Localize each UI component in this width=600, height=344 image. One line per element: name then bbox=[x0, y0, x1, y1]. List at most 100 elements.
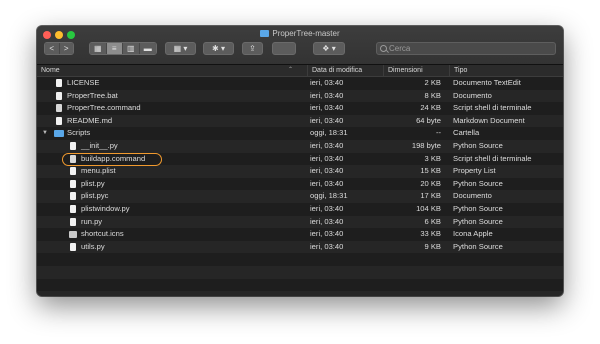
file-date: ieri, 03:40 bbox=[310, 90, 344, 100]
script-icon bbox=[56, 104, 62, 113]
file-type: Documento bbox=[453, 191, 492, 201]
file-size: 6 KB bbox=[424, 216, 441, 226]
file-size: 64 byte bbox=[416, 115, 441, 125]
file-size: 20 KB bbox=[420, 178, 441, 188]
column-header-type[interactable]: Tipo bbox=[449, 65, 563, 76]
document-icon bbox=[70, 179, 76, 188]
group-icon: ▦ bbox=[173, 44, 182, 53]
file-date: oggi, 18:31 bbox=[310, 191, 348, 201]
file-name: ProperTree.bat bbox=[67, 90, 118, 100]
search-input[interactable]: Cerca bbox=[376, 42, 556, 55]
document-icon bbox=[70, 192, 76, 201]
file-date: ieri, 03:40 bbox=[310, 153, 344, 163]
forward-button[interactable]: > bbox=[59, 43, 73, 54]
empty-row bbox=[37, 291, 563, 296]
share-button[interactable]: ⇪ bbox=[242, 42, 263, 55]
empty-row bbox=[37, 253, 563, 266]
file-row-shortcut-icns[interactable]: shortcut.icns ieri, 03:40 33 KB Icona Ap… bbox=[37, 228, 563, 241]
view-mode-buttons: ▦ ≡ ▥ ▬ bbox=[89, 42, 157, 55]
file-size: 198 byte bbox=[411, 140, 441, 150]
document-icon bbox=[56, 116, 62, 125]
column-header-name[interactable]: Nome bbox=[37, 65, 310, 76]
column-date-label: Data di modifica bbox=[312, 67, 363, 74]
gallery-view-button[interactable]: ▬ bbox=[139, 43, 156, 54]
toolbar: ProperTree-master < > ▦ ≡ ▥ ▬ ▦ ▾ ✱ ▾ ⇪ … bbox=[37, 26, 563, 65]
icns-icon bbox=[69, 231, 77, 239]
file-type: Cartella bbox=[453, 128, 480, 138]
action-button[interactable]: ✱ ▾ bbox=[203, 42, 234, 55]
file-type: Python Source bbox=[453, 241, 503, 251]
folder-icon bbox=[54, 130, 64, 138]
file-size: 2 KB bbox=[424, 78, 441, 87]
file-name: ProperTree.command bbox=[67, 103, 141, 113]
file-date: ieri, 03:40 bbox=[310, 78, 344, 87]
file-name: README.md bbox=[67, 115, 113, 125]
file-type: Python Source bbox=[453, 216, 503, 226]
file-name: plist.pyc bbox=[81, 191, 109, 201]
column-name-label: Nome bbox=[41, 67, 60, 74]
document-icon bbox=[70, 167, 76, 176]
file-name: utils.py bbox=[81, 241, 105, 251]
file-date: oggi, 18:31 bbox=[310, 128, 348, 138]
file-date: ieri, 03:40 bbox=[310, 216, 344, 226]
file-row-init-py[interactable]: __init__.py ieri, 03:40 198 byte Python … bbox=[37, 139, 563, 153]
disclosure-triangle-icon[interactable]: ▼ bbox=[42, 127, 48, 140]
tags-button[interactable] bbox=[272, 42, 296, 55]
file-row-readme[interactable]: README.md ieri, 03:40 64 byte Markdown D… bbox=[37, 114, 563, 128]
file-name: __init__.py bbox=[81, 140, 118, 150]
column-view-button[interactable]: ▥ bbox=[123, 43, 140, 54]
file-size: 8 KB bbox=[424, 90, 441, 100]
group-chevron-icon: ▾ bbox=[183, 44, 188, 53]
sort-ascending-icon: ⌃ bbox=[288, 67, 294, 73]
group-button[interactable]: ▦ ▾ bbox=[165, 42, 196, 55]
dropbox-chevron-icon: ▾ bbox=[331, 44, 336, 53]
file-size: 3 KB bbox=[424, 153, 441, 163]
file-row-menu-plist[interactable]: menu.plist ieri, 03:40 15 KB Property Li… bbox=[37, 165, 563, 178]
file-name: run.py bbox=[81, 216, 103, 226]
file-row-run-py[interactable]: run.py ieri, 03:40 6 KB Python Source bbox=[37, 215, 563, 229]
file-row-propertree-bat[interactable]: ProperTree.bat ieri, 03:40 8 KB Document… bbox=[37, 89, 563, 103]
file-name: plistwindow.py bbox=[81, 203, 130, 213]
highlight-annotation bbox=[62, 153, 162, 166]
window-title: ProperTree-master bbox=[37, 28, 563, 40]
file-name: LICENSE bbox=[67, 78, 100, 87]
back-button[interactable]: < bbox=[45, 43, 60, 54]
list-icon: ≡ bbox=[111, 44, 117, 53]
gear-icon: ✱ bbox=[212, 44, 219, 53]
folder-row-scripts[interactable]: ▼ Scripts oggi, 18:31 -- Cartella bbox=[37, 127, 563, 140]
file-type: Python Source bbox=[453, 178, 503, 188]
document-icon bbox=[70, 141, 76, 150]
file-date: ieri, 03:40 bbox=[310, 103, 344, 113]
empty-row bbox=[37, 265, 563, 279]
document-icon bbox=[56, 91, 62, 100]
file-type: Icona Apple bbox=[453, 229, 493, 239]
list-view-button[interactable]: ≡ bbox=[106, 43, 123, 54]
dropbox-button[interactable]: ❖ ▾ bbox=[313, 42, 345, 55]
column-header-date[interactable]: Data di modifica bbox=[307, 65, 383, 76]
file-row-plistwindow-py[interactable]: plistwindow.py ieri, 03:40 104 KB Python… bbox=[37, 203, 563, 216]
file-row-plist-pyc[interactable]: plist.pyc oggi, 18:31 17 KB Documento bbox=[37, 190, 563, 203]
share-icon: ⇪ bbox=[249, 44, 256, 53]
file-date: ieri, 03:40 bbox=[310, 178, 344, 188]
nav-buttons: < > bbox=[44, 42, 74, 55]
file-type: Documento TextEdit bbox=[453, 78, 521, 87]
file-row-utils-py[interactable]: utils.py ieri, 03:40 9 KB Python Source bbox=[37, 240, 563, 254]
document-icon bbox=[70, 204, 76, 213]
file-name: plist.py bbox=[81, 178, 105, 188]
document-icon bbox=[70, 217, 76, 226]
file-row-license[interactable]: LICENSE ieri, 03:40 2 KB Documento TextE… bbox=[37, 77, 563, 90]
file-type: Script shell di terminale bbox=[453, 153, 532, 163]
file-size: 15 KB bbox=[420, 166, 441, 176]
file-name: menu.plist bbox=[81, 166, 116, 176]
column-header-size[interactable]: Dimensioni bbox=[383, 65, 449, 76]
icon-view-button[interactable]: ▦ bbox=[90, 43, 107, 54]
empty-row bbox=[37, 279, 563, 292]
file-size: 9 KB bbox=[424, 241, 441, 251]
file-row-plist-py[interactable]: plist.py ieri, 03:40 20 KB Python Source bbox=[37, 178, 563, 191]
file-type: Documento bbox=[453, 90, 492, 100]
file-row-propertree-command[interactable]: ProperTree.command ieri, 03:40 24 KB Scr… bbox=[37, 102, 563, 115]
file-date: ieri, 03:40 bbox=[310, 241, 344, 251]
dropbox-icon: ❖ bbox=[322, 44, 330, 53]
file-date: ieri, 03:40 bbox=[310, 166, 344, 176]
file-size: -- bbox=[435, 128, 441, 138]
